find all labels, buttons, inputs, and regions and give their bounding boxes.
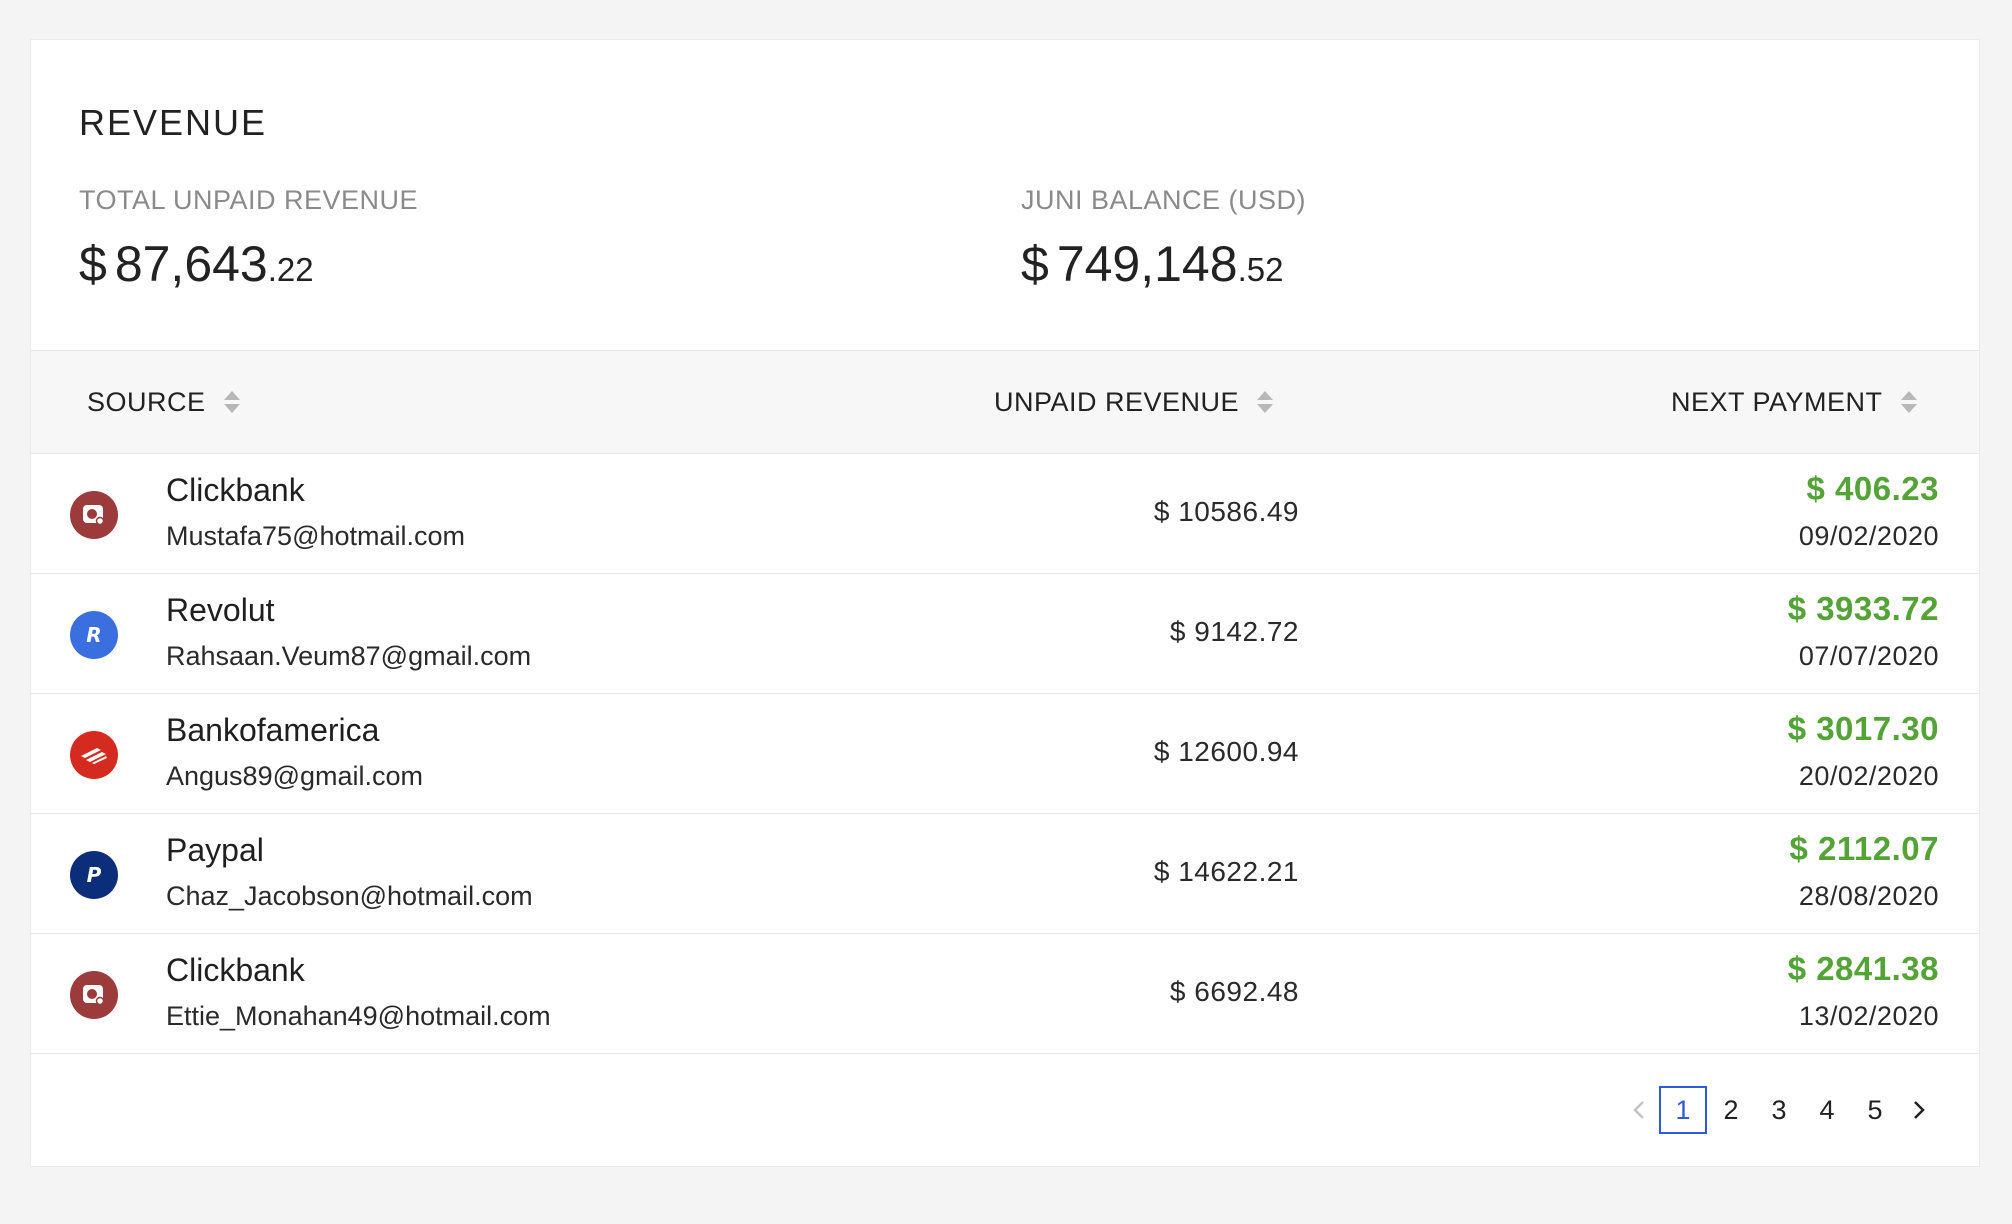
unpaid-revenue: $ 10586.49 <box>1153 496 1299 527</box>
next-payment-amount: $ 2112.07 <box>1789 830 1939 867</box>
column-header-label: NEXT PAYMENT <box>1671 386 1883 417</box>
amount-cents: .52 <box>1237 251 1284 288</box>
clickbank-logo-icon <box>70 491 118 539</box>
sort-icon[interactable] <box>1900 391 1917 413</box>
page-5-button[interactable]: 5 <box>1851 1086 1899 1134</box>
next-payment-date: 09/02/2020 <box>1798 521 1939 551</box>
next-payment-date: 20/02/2020 <box>1798 761 1939 791</box>
table-row[interactable]: Clickbank Ettie_Monahan49@hotmail.com $ … <box>31 934 1979 1054</box>
next-payment-date: 13/02/2020 <box>1798 1001 1939 1031</box>
pagination: 1 2 3 4 5 <box>1619 1086 1939 1134</box>
revolut-logo-icon: R <box>70 611 118 659</box>
next-payment-amount: $ 406.23 <box>1806 470 1939 507</box>
sort-icon[interactable] <box>223 391 240 413</box>
clickbank-logo-icon <box>70 971 118 1019</box>
total-unpaid-value: $87,643.22 <box>79 235 314 293</box>
bankofamerica-logo-icon <box>70 731 118 779</box>
source-name: Clickbank <box>166 952 305 988</box>
unpaid-revenue: $ 12600.94 <box>1153 736 1299 767</box>
amount-whole: 749,148 <box>1056 236 1238 292</box>
source-email: Chaz_Jacobson@hotmail.com <box>166 881 533 911</box>
table-row[interactable]: P Paypal Chaz_Jacobson@hotmail.com $ 146… <box>31 814 1979 934</box>
next-payment-date: 28/08/2020 <box>1798 881 1939 911</box>
page-4-button[interactable]: 4 <box>1803 1086 1851 1134</box>
source-email: Angus89@gmail.com <box>166 761 424 791</box>
source-name: Bankofamerica <box>166 712 380 748</box>
column-header-next-payment[interactable]: NEXT PAYMENT <box>1671 351 1917 453</box>
column-header-source[interactable]: SOURCE <box>87 351 240 453</box>
currency-symbol: $ <box>1021 236 1049 292</box>
table-header: SOURCE UNPAID REVENUE NEXT PAYMENT <box>31 350 1979 454</box>
table-row[interactable]: R Revolut Rahsaan.Veum87@gmail.com $ 914… <box>31 574 1979 694</box>
source-email: Mustafa75@hotmail.com <box>166 521 466 551</box>
svg-text:P: P <box>87 863 102 887</box>
page-3-button[interactable]: 3 <box>1755 1086 1803 1134</box>
amount-whole: 87,643 <box>114 236 268 292</box>
card-title: REVENUE <box>79 102 268 143</box>
svg-text:R: R <box>86 623 101 647</box>
source-name: Revolut <box>166 592 275 628</box>
source-email: Rahsaan.Veum87@gmail.com <box>166 641 532 671</box>
column-header-unpaid-revenue[interactable]: UNPAID REVENUE <box>994 351 1274 453</box>
unpaid-revenue: $ 9142.72 <box>1169 616 1299 647</box>
table-row[interactable]: Bankofamerica Angus89@gmail.com $ 12600.… <box>31 694 1979 814</box>
column-header-label: SOURCE <box>87 386 206 417</box>
total-unpaid-label: TOTAL UNPAID REVENUE <box>79 185 419 215</box>
revenue-card: REVENUE TOTAL UNPAID REVENUE $87,643.22 … <box>30 39 1980 1167</box>
next-page-button[interactable] <box>1899 1086 1939 1134</box>
source-name: Clickbank <box>166 472 305 508</box>
chevron-right-icon <box>1914 1101 1925 1119</box>
source-email: Ettie_Monahan49@hotmail.com <box>166 1001 551 1031</box>
next-payment-date: 07/07/2020 <box>1798 641 1939 671</box>
next-payment-amount: $ 3933.72 <box>1787 590 1939 627</box>
chevron-left-icon <box>1633 1101 1644 1119</box>
balance-value: $749,148.52 <box>1021 235 1283 293</box>
next-payment-amount: $ 3017.30 <box>1787 710 1939 747</box>
paypal-logo-icon: P <box>70 851 118 899</box>
source-name: Paypal <box>166 832 264 868</box>
currency-symbol: $ <box>79 236 107 292</box>
unpaid-revenue: $ 6692.48 <box>1169 976 1299 1007</box>
previous-page-button[interactable] <box>1619 1086 1659 1134</box>
page-1-button[interactable]: 1 <box>1659 1086 1707 1134</box>
page-2-button[interactable]: 2 <box>1707 1086 1755 1134</box>
column-header-label: UNPAID REVENUE <box>994 386 1240 417</box>
amount-cents: .22 <box>267 251 314 288</box>
unpaid-revenue: $ 14622.21 <box>1153 856 1299 887</box>
sort-icon[interactable] <box>1257 391 1274 413</box>
next-payment-amount: $ 2841.38 <box>1787 950 1939 987</box>
table-row[interactable]: Clickbank Mustafa75@hotmail.com $ 10586.… <box>31 454 1979 574</box>
balance-label: JUNI BALANCE (USD) <box>1021 185 1307 215</box>
